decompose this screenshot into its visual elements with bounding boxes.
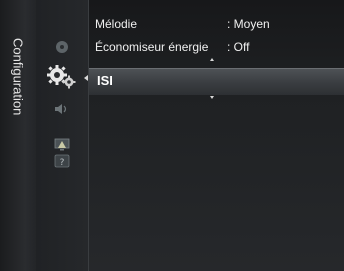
section-strip: Configuration xyxy=(0,0,37,271)
gear-settings-icon[interactable] xyxy=(36,60,88,94)
section-title-text: Configuration xyxy=(10,38,26,116)
tv-menu-screen: Configuration ? Mélodie: Moyen Économis… xyxy=(0,0,344,271)
selected-item-label: ISI xyxy=(97,73,113,88)
menu-row-label: Économiseur énergie xyxy=(95,40,209,54)
menu-row-economiseur[interactable]: Économiseur énergie : Off xyxy=(95,38,249,56)
scroll-down-icon[interactable] xyxy=(210,96,214,99)
sound-icon[interactable] xyxy=(36,100,88,118)
menu-row-value: : Moyen xyxy=(227,17,270,31)
menu-panel: Mélodie : Moyen Économiseur énergie : Of… xyxy=(89,0,344,271)
picture-icon[interactable] xyxy=(36,135,88,153)
disc-icon[interactable] xyxy=(36,36,88,58)
menu-row-isi[interactable] xyxy=(89,68,344,95)
category-icon-column: ? xyxy=(36,0,89,271)
menu-row-melodie[interactable]: Mélodie : Moyen xyxy=(95,15,270,33)
menu-row-label: Mélodie xyxy=(95,17,138,31)
scroll-up-icon[interactable] xyxy=(210,58,214,61)
selection-pointer-icon xyxy=(84,75,88,81)
svg-text:?: ? xyxy=(60,158,65,168)
section-title: Configuration xyxy=(11,38,26,115)
help-icon[interactable]: ? xyxy=(36,152,88,170)
menu-row-value: : Off xyxy=(227,40,250,54)
